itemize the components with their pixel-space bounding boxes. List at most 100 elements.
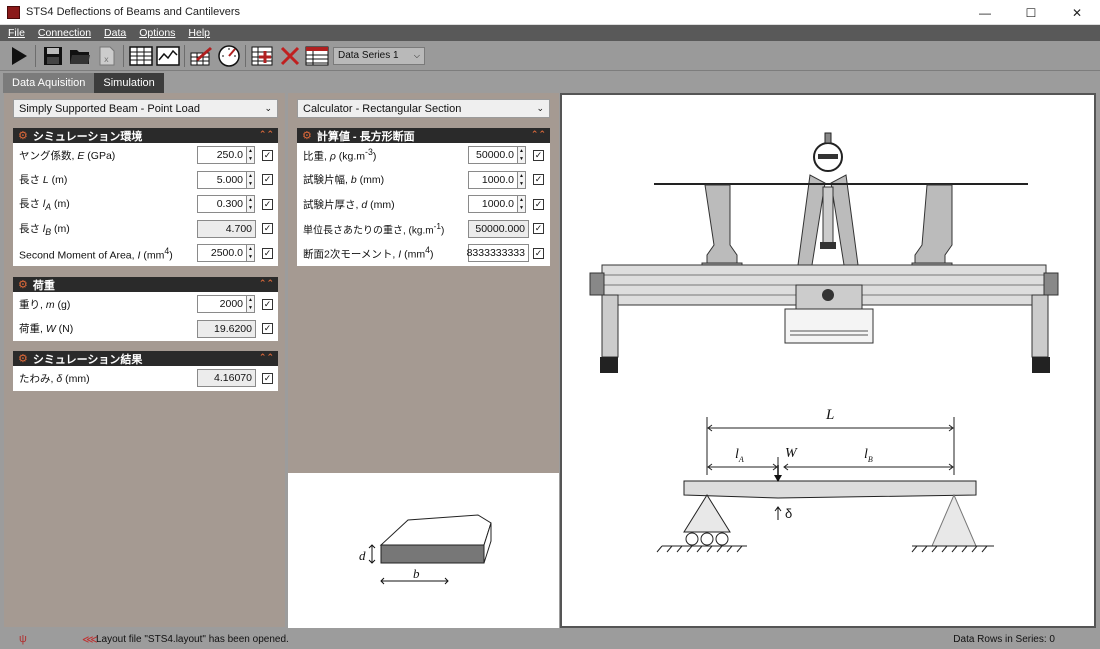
width-input[interactable]: 1000.0: [468, 170, 518, 189]
width-spinner[interactable]: ▲ ▼: [517, 170, 526, 189]
spin-down-icon: ▼: [248, 156, 253, 163]
data-series-value: Data Series 1: [338, 50, 399, 61]
second-moment-calc-checkbox[interactable]: ✓: [533, 247, 544, 259]
spin-up-icon: ▲: [519, 172, 524, 179]
calculator-type-value: Calculator - Rectangular Section: [303, 102, 462, 115]
status-bar: ψ ⋘ Layout file "STS4.layout" has been o…: [0, 631, 1100, 649]
simulation-result-section: ⚙ シミュレーション結果 ⌃⌃ たわみ, δ (mm) 4.16070 ✓: [13, 351, 278, 391]
density-spinner[interactable]: ▲ ▼: [517, 146, 526, 165]
param-row: 長さ lB (m) 4.700 ✓: [13, 217, 278, 242]
maximize-button[interactable]: ☐: [1008, 0, 1054, 25]
collapse-icon[interactable]: ⌃⌃: [259, 352, 274, 363]
tab-bar: Data Aquisition Simulation: [0, 71, 1100, 93]
density-checkbox[interactable]: ✓: [533, 149, 544, 161]
data-series-select[interactable]: Data Series 1 ⌵: [333, 46, 425, 65]
youngs-modulus-checkbox[interactable]: ✓: [262, 149, 273, 161]
save-button[interactable]: [39, 42, 66, 69]
second-moment-checkbox[interactable]: ✓: [262, 247, 273, 259]
calculator-type-select[interactable]: Calculator - Rectangular Section ⌄: [297, 99, 550, 118]
add-row-button[interactable]: [249, 42, 276, 69]
spin-down-icon: ▼: [248, 305, 253, 312]
density-input[interactable]: 50000.0: [468, 146, 518, 165]
dimension-label-b: b: [413, 566, 420, 581]
weight-per-length-checkbox[interactable]: ✓: [533, 223, 544, 235]
length-lA-spinner[interactable]: ▲ ▼: [246, 195, 255, 214]
length-lA-checkbox[interactable]: ✓: [262, 198, 273, 210]
thickness-input[interactable]: 1000.0: [468, 195, 518, 214]
load-checkbox[interactable]: ✓: [262, 323, 273, 335]
gauge-button[interactable]: [215, 42, 242, 69]
gear-icon: ⚙: [18, 130, 28, 142]
mass-checkbox[interactable]: ✓: [262, 298, 273, 310]
spin-down-icon: ▼: [519, 156, 524, 163]
param-row: 試験片幅, b (mm) 1000.0 ▲ ▼ ✓: [297, 168, 550, 193]
length-L-spinner[interactable]: ▲ ▼: [246, 170, 255, 189]
menu-file[interactable]: File: [8, 27, 25, 39]
param-row: 単位長さあたりの重さ, (kg.m-1) 50000.000 ✓: [297, 217, 550, 242]
load-value: 19.6200: [197, 319, 256, 338]
section-title: シミュレーション結果: [32, 353, 143, 366]
calibrate-button[interactable]: [188, 42, 215, 69]
play-icon: [11, 46, 27, 65]
param-row: 断面2次モーメント, I (mm4) 8333333333 ✓: [297, 241, 550, 266]
beam-type-select[interactable]: Simply Supported Beam - Point Load ⌄: [13, 99, 278, 118]
folder-open-icon: [69, 49, 90, 64]
mass-input[interactable]: 2000: [197, 295, 247, 314]
tab-data-aquisition[interactable]: Data Aquisition: [3, 73, 95, 93]
second-moment-input[interactable]: 2500.0: [197, 244, 247, 263]
youngs-modulus-spinner[interactable]: ▲ ▼: [246, 146, 255, 165]
section-header[interactable]: ⚙ シミュレーション環境 ⌃⌃: [13, 128, 278, 143]
thickness-spinner[interactable]: ▲ ▼: [517, 195, 526, 214]
toolbar-separator: [245, 44, 246, 67]
param-row: たわみ, δ (mm) 4.16070 ✓: [13, 366, 278, 391]
menu-options[interactable]: Options: [139, 27, 175, 39]
title-bar: STS4 Deflections of Beams and Cantilever…: [0, 0, 1100, 25]
run-button[interactable]: [5, 42, 32, 69]
section-diagram: d b: [288, 473, 559, 628]
tab-simulation[interactable]: Simulation: [94, 73, 164, 93]
diagram-label-lA-sub: A: [738, 454, 744, 464]
chart-view-button[interactable]: [154, 42, 181, 69]
minimize-button[interactable]: —: [962, 0, 1008, 25]
length-L-checkbox[interactable]: ✓: [262, 174, 273, 186]
length-lB-checkbox[interactable]: ✓: [262, 223, 273, 235]
section-header[interactable]: ⚙ 計算値 - 長方形断面 ⌃⌃: [297, 128, 550, 143]
spin-up-icon: ▲: [519, 197, 524, 204]
close-button[interactable]: ✕: [1054, 0, 1100, 25]
menu-data[interactable]: Data: [104, 27, 126, 39]
menu-connection[interactable]: Connection: [38, 27, 91, 39]
spin-up-icon: ▲: [248, 148, 253, 155]
spin-down-icon: ▼: [248, 180, 253, 187]
spin-up-icon: ▲: [248, 297, 253, 304]
apparatus-view: L lA W lB δ: [560, 93, 1096, 628]
length-L-input[interactable]: 5.000: [197, 170, 247, 189]
menu-bar: File Connection Data Options Help: [0, 25, 1100, 41]
collapse-icon[interactable]: ⌃⌃: [259, 129, 274, 140]
simulation-environment-section: ⚙ シミュレーション環境 ⌃⌃ ヤング係数, E (GPa) 250.0 ▲ ▼ …: [13, 128, 278, 266]
length-lA-input[interactable]: 0.300: [197, 195, 247, 214]
usb-icon: ψ: [19, 633, 27, 645]
param-row: 荷重, W (N) 19.6200 ✓: [13, 317, 278, 342]
section-header[interactable]: ⚙ 荷重 ⌃⌃: [13, 277, 278, 292]
gear-icon: ⚙: [18, 353, 28, 365]
youngs-modulus-input[interactable]: 250.0: [197, 146, 247, 165]
excel-file-icon: x: [99, 46, 114, 65]
delete-row-button[interactable]: [276, 42, 303, 69]
test-apparatus-drawing: [589, 132, 1059, 553]
second-moment-spinner[interactable]: ▲ ▼: [246, 244, 255, 263]
menu-help[interactable]: Help: [188, 27, 210, 39]
collapse-icon[interactable]: ⌃⌃: [259, 278, 274, 289]
width-checkbox[interactable]: ✓: [533, 174, 544, 186]
thickness-checkbox[interactable]: ✓: [533, 198, 544, 210]
deflection-checkbox[interactable]: ✓: [262, 372, 273, 384]
collapse-icon[interactable]: ⌃⌃: [531, 129, 546, 140]
section-header[interactable]: ⚙ シミュレーション結果 ⌃⌃: [13, 351, 278, 366]
table-icon: [128, 45, 153, 66]
series-table-icon: [305, 46, 328, 65]
series-table-button[interactable]: [303, 42, 330, 69]
gear-icon: ⚙: [18, 279, 28, 291]
open-button[interactable]: [66, 42, 93, 69]
table-view-button[interactable]: [127, 42, 154, 69]
mass-spinner[interactable]: ▲ ▼: [246, 295, 255, 314]
export-excel-button[interactable]: x: [93, 42, 120, 69]
